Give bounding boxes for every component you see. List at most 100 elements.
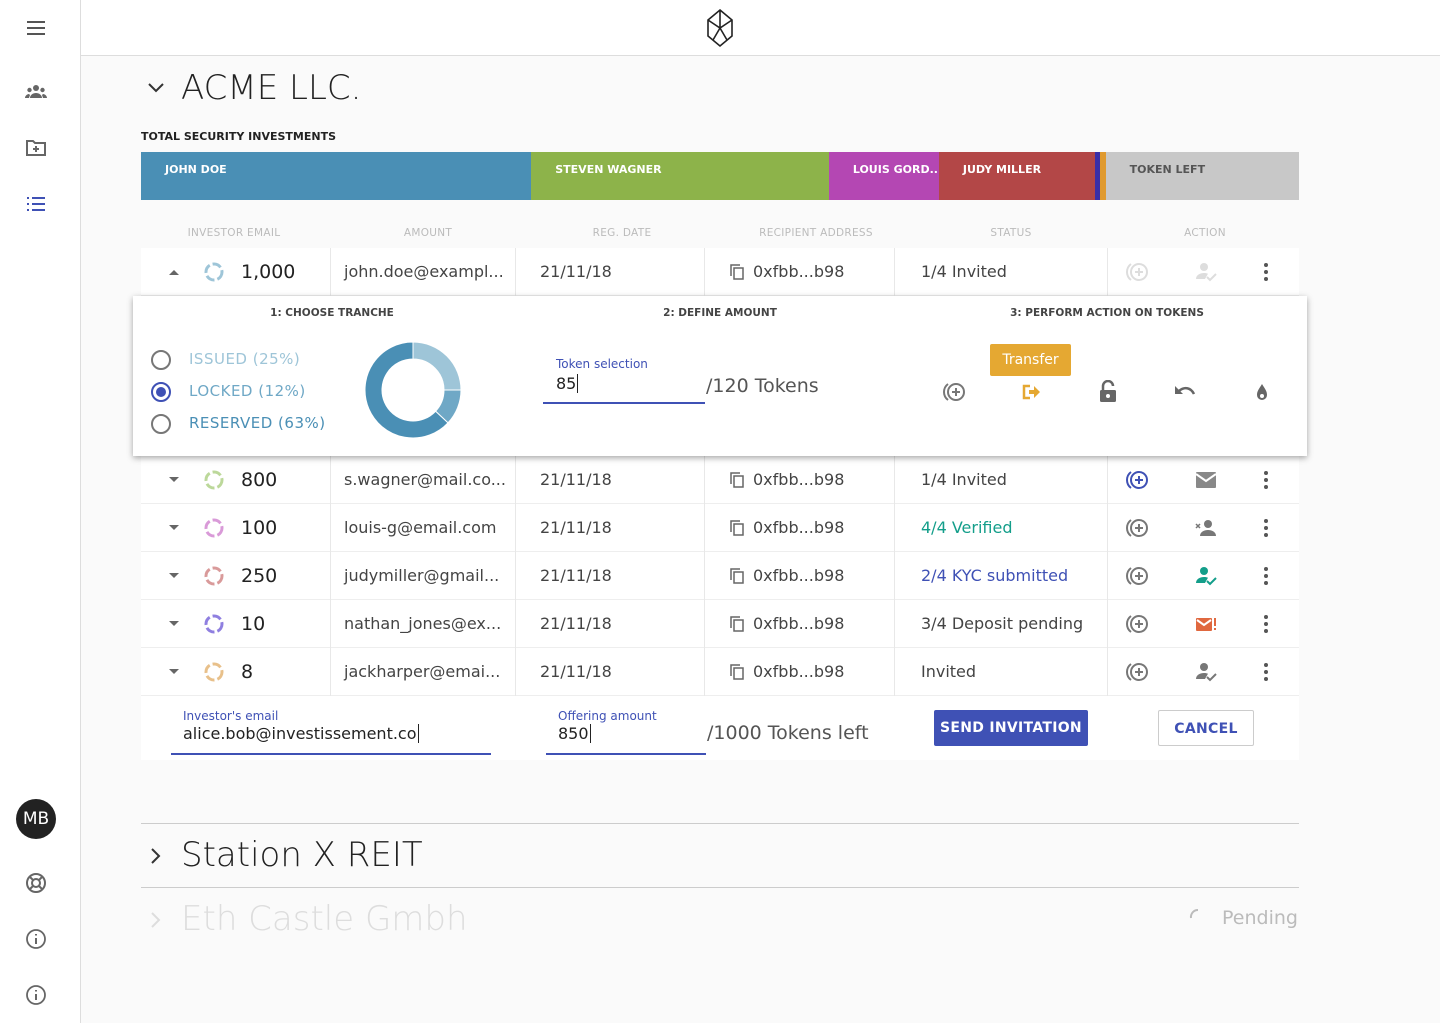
chevron-down-icon[interactable]: [169, 477, 179, 483]
reg-date: 21/11/18: [540, 470, 612, 489]
amount-value: 8: [241, 661, 254, 683]
copy-icon[interactable]: [730, 520, 744, 536]
burn-icon[interactable]: [1254, 382, 1270, 402]
email-cell: john.doe@exampl...: [331, 248, 516, 296]
table-row[interactable]: 1,000 john.doe@exampl... 21/11/18 0xfbb...b…: [141, 248, 1299, 296]
date-cell: 21/11/18: [516, 600, 705, 648]
amount-label: Offering amount: [558, 709, 657, 723]
copy-icon[interactable]: [730, 264, 744, 280]
add-folder-icon[interactable]: [24, 136, 48, 160]
recipient-address: 0xfbb...b98: [753, 470, 845, 489]
chevron-right-icon[interactable]: [148, 846, 164, 866]
status-text: Invited: [921, 662, 977, 681]
send-invitation-button[interactable]: SEND INVITATION: [934, 710, 1088, 746]
add-tokens-icon[interactable]: [1124, 516, 1150, 540]
column-header: AMOUNT: [403, 227, 453, 239]
help-icon[interactable]: [24, 871, 48, 895]
menu-icon[interactable]: [24, 16, 48, 40]
chevron-down-icon[interactable]: [169, 525, 179, 531]
investment-bar-segment[interactable]: JOHN DOE: [141, 152, 532, 200]
list-icon[interactable]: [24, 192, 48, 216]
section-title[interactable]: ACME LLC.: [181, 68, 361, 108]
cancel-button[interactable]: CANCEL: [1158, 710, 1254, 746]
table-row[interactable]: 100 louis-g@email.com 21/11/18 0xfbb...b98 4…: [141, 504, 1299, 552]
tranche-label[interactable]: RESERVED (63%): [189, 414, 326, 432]
tranche-label[interactable]: LOCKED (12%): [189, 382, 306, 400]
amount-value: 10: [241, 613, 266, 635]
chevron-up-icon[interactable]: [169, 269, 179, 275]
user-check-icon[interactable]: [1194, 564, 1218, 588]
status-cell: 3/4 Deposit pending: [895, 600, 1108, 648]
copy-icon[interactable]: [730, 664, 744, 680]
recipient-address: 0xfbb...b98: [753, 518, 845, 537]
token-selection-input[interactable]: 85: [543, 374, 705, 404]
copy-icon[interactable]: [730, 616, 744, 632]
add-tokens-icon[interactable]: [1124, 564, 1150, 588]
more-vert-icon[interactable]: [1263, 614, 1269, 634]
email-label: Investor's email: [183, 709, 279, 723]
investor-email: jackharper@emai...: [344, 662, 501, 681]
user-check-icon[interactable]: [1194, 260, 1218, 284]
invite-row: Investor's email alice.bob@investissemen…: [141, 696, 1299, 760]
section-title[interactable]: Station X REIT: [181, 835, 423, 875]
tranche-radio[interactable]: [151, 350, 171, 370]
pending-status: Pending: [1222, 907, 1298, 929]
mail-icon[interactable]: [1194, 468, 1218, 492]
add-tokens-icon[interactable]: [1124, 260, 1150, 284]
tranche-label[interactable]: ISSUED (25%): [189, 350, 300, 368]
section-title[interactable]: Eth Castle Gmbh: [181, 899, 468, 939]
lock-icon[interactable]: [1098, 380, 1118, 404]
undo-icon[interactable]: [1173, 382, 1197, 402]
date-cell: 21/11/18: [516, 552, 705, 600]
investment-bar-segment[interactable]: STEVEN WAGNER: [531, 152, 829, 200]
step-label: 2: DEFINE AMOUNT: [663, 307, 777, 319]
investors-icon[interactable]: [24, 80, 48, 104]
tranche-radio[interactable]: [151, 382, 171, 402]
offering-amount-input[interactable]: 850: [546, 724, 706, 755]
investor-email: louis-g@email.com: [344, 518, 497, 537]
chevron-down-icon[interactable]: [146, 80, 166, 96]
add-tokens-icon[interactable]: [1124, 660, 1150, 684]
chevron-right-icon[interactable]: [148, 910, 164, 930]
address-cell: 0xfbb...b98: [705, 648, 895, 696]
date-cell: 21/11/18: [516, 504, 705, 552]
reg-date: 21/11/18: [540, 262, 612, 281]
investment-bar-segment[interactable]: LOUIS GORD...: [828, 152, 939, 200]
tranche-panel: 1: CHOOSE TRANCHE 2: DEFINE AMOUNT 3: PE…: [133, 296, 1307, 456]
copy-icon[interactable]: [730, 568, 744, 584]
more-vert-icon[interactable]: [1263, 662, 1269, 682]
avatar[interactable]: MB: [16, 799, 56, 839]
amount-value: 1,000: [241, 261, 296, 283]
email-cell: judymiller@gmail...: [331, 552, 516, 600]
address-cell: 0xfbb...b98: [705, 504, 895, 552]
status-text: 2/4 KYC submitted: [921, 566, 1069, 585]
table-row[interactable]: 10 nathan_jones@ex... 21/11/18 0xfbb...b98 3…: [141, 600, 1299, 648]
investor-email-input[interactable]: alice.bob@investissement.co: [171, 724, 491, 755]
add-tokens-icon[interactable]: [1124, 612, 1150, 636]
add-tokens-icon[interactable]: [1124, 468, 1150, 492]
user-remove-icon[interactable]: [1194, 516, 1218, 540]
investor-email: judymiller@gmail...: [344, 566, 500, 585]
info-icon[interactable]: [24, 927, 48, 951]
more-vert-icon[interactable]: [1263, 566, 1269, 586]
user-check-icon[interactable]: [1194, 660, 1218, 684]
tranche-radio[interactable]: [151, 414, 171, 434]
more-vert-icon[interactable]: [1263, 470, 1269, 490]
transfer-icon[interactable]: [1021, 382, 1041, 402]
email-cell: jackharper@emai...: [331, 648, 516, 696]
table-row[interactable]: 800 s.wagner@mail.co... 21/11/18 0xfbb...b9…: [141, 456, 1299, 504]
table-row[interactable]: 8 jackharper@emai... 21/11/18 0xfbb...b98 In…: [141, 648, 1299, 696]
mail-alert-icon[interactable]: [1194, 612, 1218, 636]
action-cell: [1108, 248, 1299, 296]
chevron-down-icon[interactable]: [169, 621, 179, 627]
chevron-down-icon[interactable]: [169, 669, 179, 675]
issue-icon[interactable]: [941, 380, 967, 404]
more-vert-icon[interactable]: [1263, 262, 1269, 282]
more-vert-icon[interactable]: [1263, 518, 1269, 538]
investment-bar-segment[interactable]: JUDY MILLER: [938, 152, 1096, 200]
info-icon[interactable]: [24, 983, 48, 1007]
table-row[interactable]: 250 judymiller@gmail... 21/11/18 0xfbb...b9…: [141, 552, 1299, 600]
chevron-down-icon[interactable]: [169, 573, 179, 579]
investment-bar-segment[interactable]: TOKEN LEFT: [1105, 152, 1299, 200]
copy-icon[interactable]: [730, 472, 744, 488]
